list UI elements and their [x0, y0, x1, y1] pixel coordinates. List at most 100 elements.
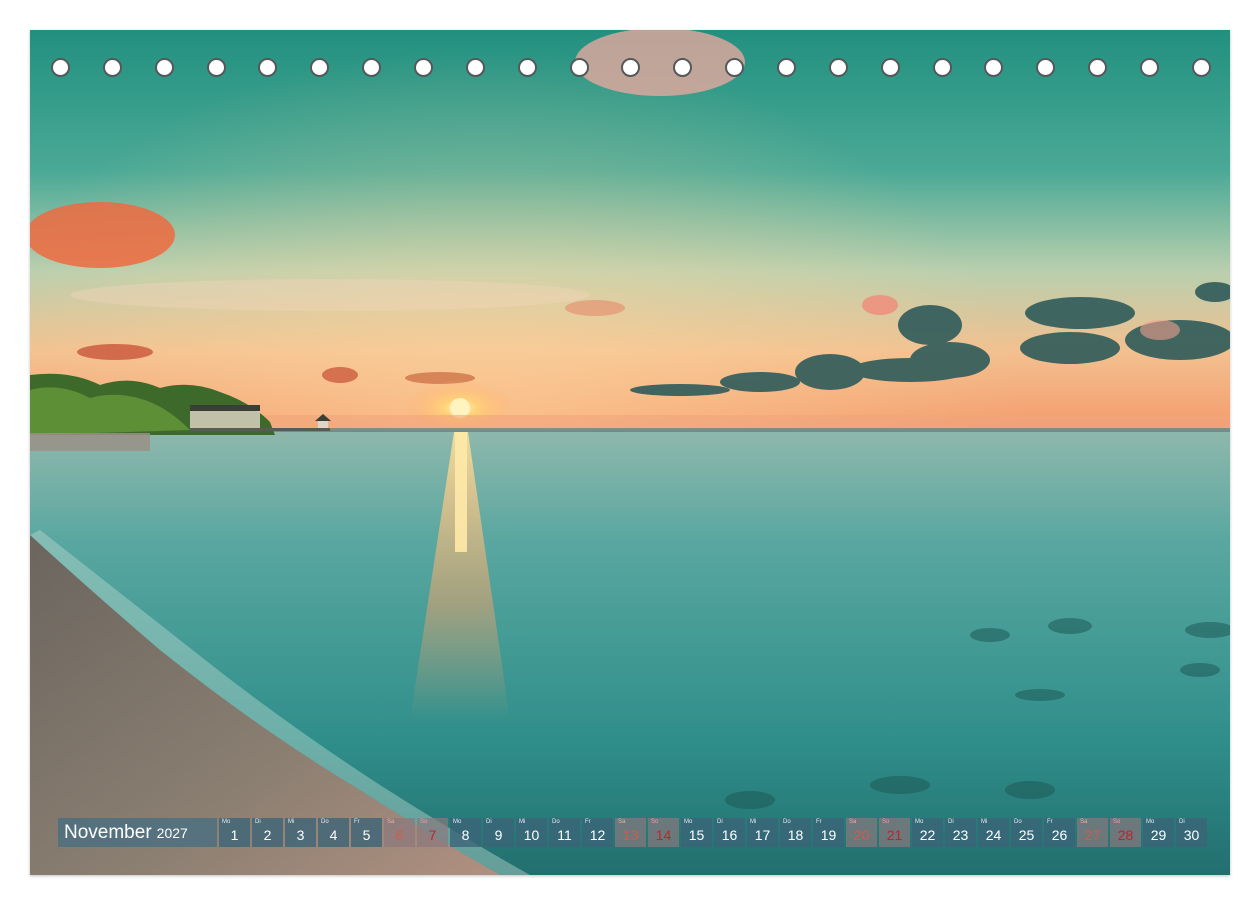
- day-number: 16: [721, 827, 738, 843]
- calendar-day-cell: Sa 6: [384, 818, 415, 847]
- day-number: 1: [230, 827, 239, 843]
- day-number: 24: [985, 827, 1002, 843]
- binding-hole: [1191, 57, 1211, 77]
- weekday-label: So: [1113, 819, 1121, 825]
- day-number: 29: [1150, 827, 1167, 843]
- weekday-label: Do: [1014, 819, 1022, 825]
- weekday-label: Fr: [816, 819, 822, 825]
- weekday-label: Mi: [981, 819, 988, 825]
- binding-hole: [1036, 57, 1056, 77]
- day-number: 30: [1183, 827, 1200, 843]
- binding-hole: [673, 57, 693, 77]
- weekday-label: Mo: [1146, 819, 1155, 825]
- calendar-day-cell: So 7: [417, 818, 448, 847]
- weekday-label: Fr: [354, 819, 360, 825]
- weekday-label: Di: [948, 819, 954, 825]
- calendar-day-cell: Mi 17: [747, 818, 778, 847]
- month-year: 2027: [156, 824, 188, 841]
- calendar-page: November 2027 Mo 1 Di 2 Mi 3 Do 4 Fr 5 Sa 6 So 7 Mo 8 Di…: [30, 30, 1230, 875]
- day-number: 5: [362, 827, 371, 843]
- calendar-day-cell: So 28: [1110, 818, 1141, 847]
- calendar-day-cell: Di 23: [945, 818, 976, 847]
- weekday-label: Do: [552, 819, 560, 825]
- calendar-day-cell: Mi 24: [978, 818, 1009, 847]
- weekday-label: Sa: [1080, 819, 1088, 825]
- calendar-day-cell: Sa 13: [615, 818, 646, 847]
- calendar-day-cell: Fr 12: [582, 818, 613, 847]
- day-number: 21: [886, 827, 903, 843]
- calendar-day-cell: Sa 27: [1077, 818, 1108, 847]
- weekday-label: Fr: [1047, 819, 1053, 825]
- weekday-label: Sa: [618, 819, 626, 825]
- binding-hole: [932, 57, 952, 77]
- day-number: 17: [754, 827, 771, 843]
- day-number: 13: [622, 827, 639, 843]
- calendar-day-cell: So 14: [648, 818, 679, 847]
- calendar-day-cell: Do 18: [780, 818, 811, 847]
- weekday-label: Di: [1179, 819, 1185, 825]
- calendar-strip: November 2027 Mo 1 Di 2 Mi 3 Do 4 Fr 5 Sa 6 So 7 Mo 8 Di…: [58, 818, 1207, 847]
- day-number: 14: [655, 827, 672, 843]
- calendar-day-cell: Mi 10: [516, 818, 547, 847]
- calendar-day-cell: Di 30: [1176, 818, 1207, 847]
- binding-hole: [258, 57, 278, 77]
- binding-hole: [206, 57, 226, 77]
- month-name: November: [64, 821, 152, 843]
- weekday-label: Fr: [585, 819, 591, 825]
- binding-hole: [517, 57, 537, 77]
- calendar-day-cell: Mo 22: [912, 818, 943, 847]
- weekday-label: Di: [486, 819, 492, 825]
- calendar-day-cell: Mo 8: [450, 818, 481, 847]
- weekday-label: So: [651, 819, 659, 825]
- day-number: 27: [1084, 827, 1101, 843]
- binding-hole: [621, 57, 641, 77]
- binding-hole: [828, 57, 848, 77]
- weekday-label: Mo: [222, 819, 231, 825]
- day-number: 19: [820, 827, 837, 843]
- calendar-day-cell: Di 9: [483, 818, 514, 847]
- binding-hole: [777, 57, 797, 77]
- day-number: 10: [523, 827, 540, 843]
- weekday-label: Mo: [915, 819, 924, 825]
- day-number: 22: [919, 827, 936, 843]
- day-number: 12: [589, 827, 606, 843]
- binding-hole: [414, 57, 434, 77]
- weekday-label: Sa: [387, 819, 395, 825]
- weekday-label: So: [420, 819, 428, 825]
- calendar-day-cell: Do 11: [549, 818, 580, 847]
- weekday-label: Mo: [453, 819, 462, 825]
- binding-hole: [1140, 57, 1160, 77]
- day-number: 11: [557, 827, 572, 843]
- weekday-label: Do: [321, 819, 329, 825]
- day-number: 7: [428, 827, 437, 843]
- binding-hole: [51, 57, 70, 77]
- weekday-label: Mi: [519, 819, 526, 825]
- sunset-beach-photo: [30, 30, 1230, 875]
- spiral-binding-holes: [51, 54, 1211, 80]
- day-number: 18: [787, 827, 804, 843]
- day-number: 6: [395, 827, 404, 843]
- binding-hole: [362, 57, 382, 77]
- weekday-label: Di: [255, 819, 261, 825]
- binding-hole: [465, 57, 485, 77]
- calendar-day-cell: So 21: [879, 818, 910, 847]
- calendar-day-cell: Mi 3: [285, 818, 316, 847]
- weekday-label: Mo: [684, 819, 693, 825]
- day-number: 25: [1018, 827, 1035, 843]
- day-number: 4: [329, 827, 338, 843]
- calendar-day-cell: Mo 29: [1143, 818, 1174, 847]
- weekday-label: Mi: [750, 819, 757, 825]
- day-number: 15: [688, 827, 705, 843]
- weekday-label: So: [882, 819, 890, 825]
- calendar-day-cell: Sa 20: [846, 818, 877, 847]
- weekday-label: Sa: [849, 819, 857, 825]
- day-number: 20: [853, 827, 870, 843]
- day-number: 9: [494, 827, 503, 843]
- binding-hole: [310, 57, 330, 77]
- binding-hole: [880, 57, 900, 77]
- day-number: 23: [952, 827, 969, 843]
- calendar-day-cell: Di 16: [714, 818, 745, 847]
- day-number: 28: [1117, 827, 1134, 843]
- day-number: 3: [296, 827, 305, 843]
- binding-hole: [102, 57, 122, 77]
